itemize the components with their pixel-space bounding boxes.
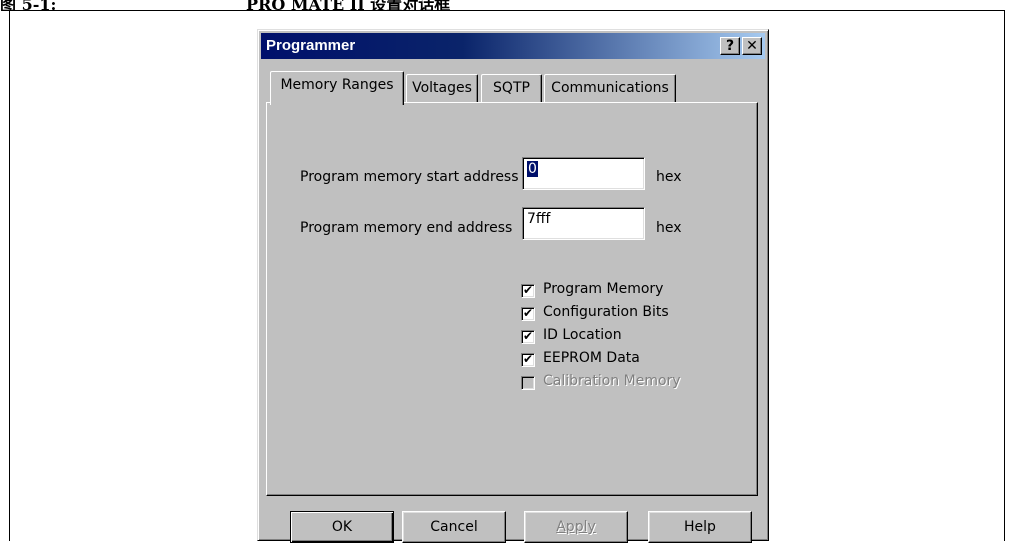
close-icon[interactable]: ✕: [742, 37, 762, 55]
checkbox-label: ID Location: [543, 327, 622, 343]
tab-communications[interactable]: Communications: [544, 74, 676, 103]
checkbox-box: [521, 376, 535, 390]
start-address-value: 0: [527, 161, 538, 177]
checkbox-box[interactable]: ✔: [521, 352, 535, 367]
end-address-label: Program memory end address: [300, 220, 513, 236]
checkbox-label: Configuration Bits: [543, 304, 669, 320]
start-address-input[interactable]: 0: [522, 157, 645, 190]
end-address-unit: hex: [656, 220, 682, 236]
checkbox-box[interactable]: ✔: [521, 283, 535, 298]
help-button[interactable]: Help: [648, 511, 752, 543]
checkbox-label: EEPROM Data: [543, 350, 640, 366]
start-address-label: Program memory start address: [300, 169, 519, 185]
ok-button[interactable]: OK: [290, 511, 394, 543]
checkmark-icon: ✔: [523, 283, 534, 297]
window-title: Programmer: [266, 37, 356, 54]
checkmark-icon: ✔: [523, 306, 534, 320]
apply-button: Apply: [524, 511, 628, 543]
cancel-button[interactable]: Cancel: [402, 511, 506, 543]
tab-sqtp[interactable]: SQTP: [481, 74, 542, 103]
tab-voltages[interactable]: Voltages: [406, 74, 478, 103]
end-address-input[interactable]: 7fff: [522, 207, 645, 240]
title-bar[interactable]: Programmer ? ✕: [261, 33, 765, 59]
checkbox-label: Calibration Memory: [543, 373, 681, 389]
tab-strip: Memory Ranges Voltages SQTP Communicatio…: [270, 71, 750, 105]
checkbox-box[interactable]: ✔: [521, 306, 535, 321]
checkmark-icon: ✔: [523, 329, 534, 343]
help-icon[interactable]: ?: [720, 37, 740, 55]
checkmark-icon: ✔: [523, 352, 534, 366]
programmer-dialog: Programmer ? ✕ Memory Ranges Voltages SQ…: [257, 29, 769, 543]
checkbox-box[interactable]: ✔: [521, 329, 535, 344]
tab-memory-ranges[interactable]: Memory Ranges: [270, 71, 404, 105]
start-address-unit: hex: [656, 169, 682, 185]
memory-ranges-panel: Program memory start address 0 hex Progr…: [266, 102, 758, 496]
checkbox-label: Program Memory: [543, 281, 664, 297]
